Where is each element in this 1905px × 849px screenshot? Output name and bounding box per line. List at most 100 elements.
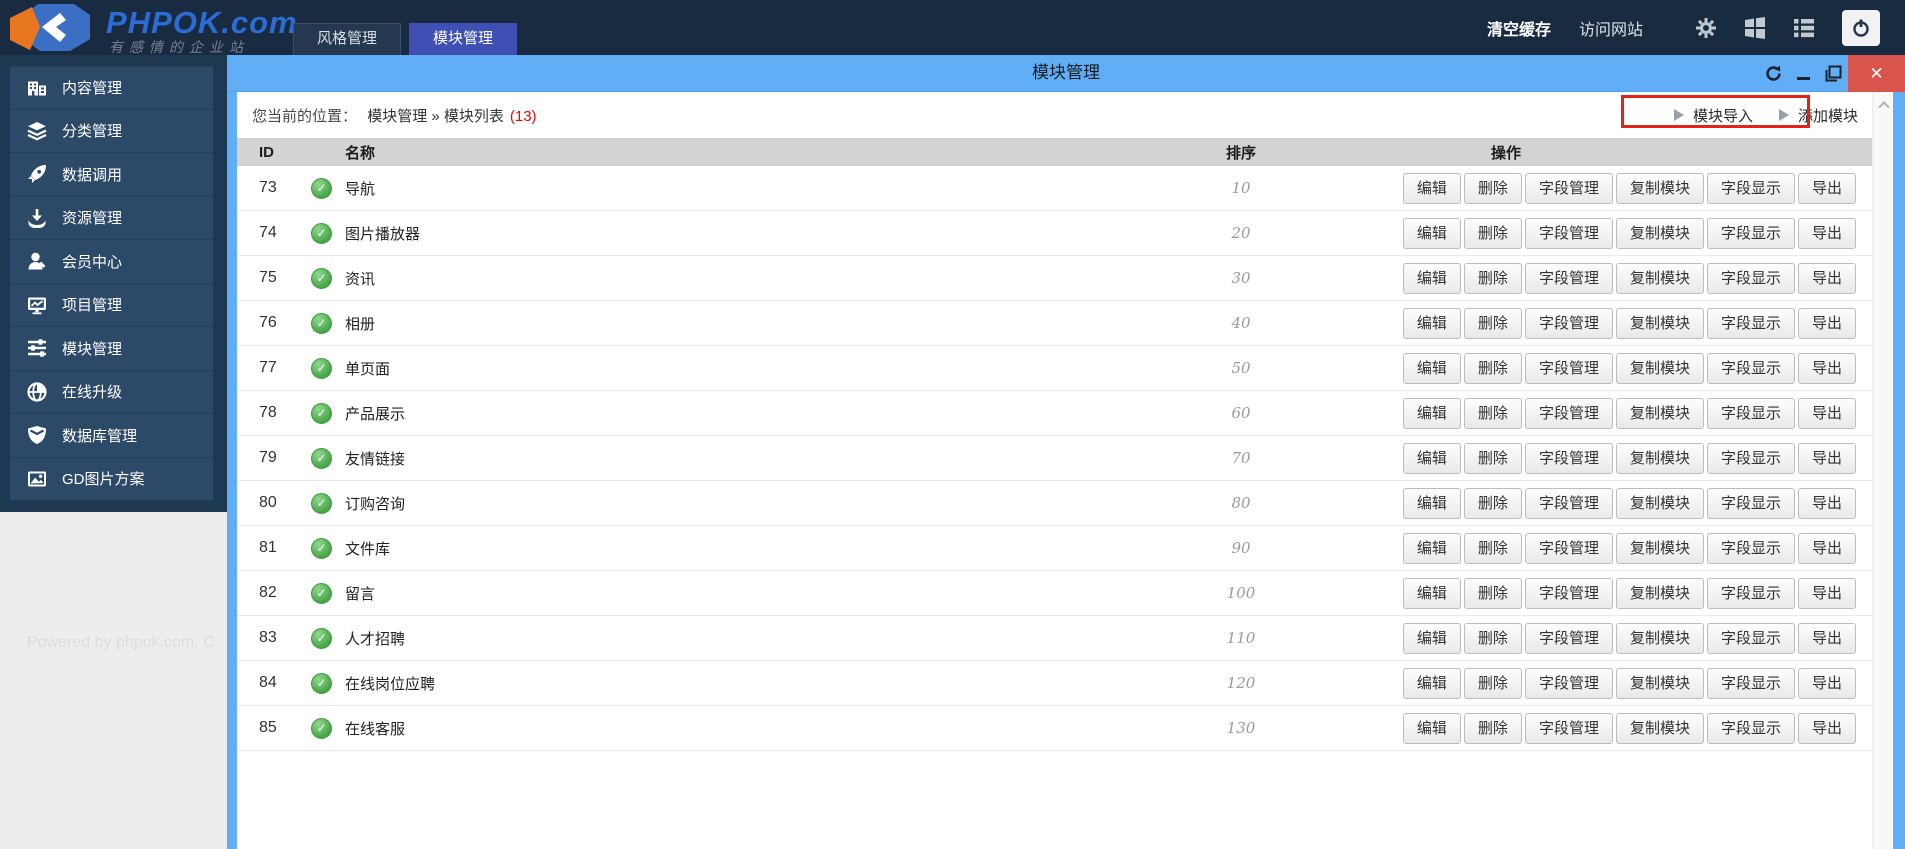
field-display-button[interactable]: 字段显示 (1706, 307, 1795, 339)
copy-module-button[interactable]: 复制模块 (1615, 532, 1704, 564)
field-display-button[interactable]: 字段显示 (1706, 532, 1795, 564)
module-import-button[interactable]: 模块导入 (1673, 105, 1753, 126)
export-button[interactable]: 导出 (1797, 397, 1856, 429)
delete-button[interactable]: 删除 (1463, 532, 1522, 564)
field-display-button[interactable]: 字段显示 (1706, 577, 1795, 609)
copy-module-button[interactable]: 复制模块 (1615, 172, 1704, 204)
edit-button[interactable]: 编辑 (1402, 397, 1461, 429)
copy-module-button[interactable]: 复制模块 (1615, 712, 1704, 744)
sidebar-item-module-manage[interactable]: 模块管理 (10, 327, 213, 371)
delete-button[interactable]: 删除 (1463, 442, 1522, 474)
export-button[interactable]: 导出 (1797, 307, 1856, 339)
edit-button[interactable]: 编辑 (1402, 172, 1461, 204)
field-manage-button[interactable]: 字段管理 (1524, 262, 1613, 294)
export-button[interactable]: 导出 (1797, 442, 1856, 474)
sidebar-item-online-upgrade[interactable]: 在线升级 (10, 370, 213, 414)
field-manage-button[interactable]: 字段管理 (1524, 667, 1613, 699)
edit-button[interactable]: 编辑 (1402, 667, 1461, 699)
field-manage-button[interactable]: 字段管理 (1524, 712, 1613, 744)
field-display-button[interactable]: 字段显示 (1706, 397, 1795, 429)
sidebar-item-resource-manage[interactable]: 资源管理 (10, 196, 213, 240)
field-display-button[interactable]: 字段显示 (1706, 487, 1795, 519)
field-display-button[interactable]: 字段显示 (1706, 262, 1795, 294)
delete-button[interactable]: 删除 (1463, 667, 1522, 699)
list-menu-icon[interactable] (1793, 17, 1815, 39)
delete-button[interactable]: 删除 (1463, 397, 1522, 429)
field-display-button[interactable]: 字段显示 (1706, 622, 1795, 654)
visit-site-link[interactable]: 访问网站 (1579, 16, 1643, 40)
edit-button[interactable]: 编辑 (1402, 307, 1461, 339)
export-button[interactable]: 导出 (1797, 532, 1856, 564)
export-button[interactable]: 导出 (1797, 667, 1856, 699)
delete-button[interactable]: 删除 (1463, 262, 1522, 294)
tab-module-manage[interactable]: 模块管理 (409, 23, 518, 55)
field-display-button[interactable]: 字段显示 (1706, 712, 1795, 744)
field-manage-button[interactable]: 字段管理 (1524, 622, 1613, 654)
field-manage-button[interactable]: 字段管理 (1524, 307, 1613, 339)
delete-button[interactable]: 删除 (1463, 352, 1522, 384)
field-display-button[interactable]: 字段显示 (1706, 352, 1795, 384)
delete-button[interactable]: 删除 (1463, 307, 1522, 339)
export-button[interactable]: 导出 (1797, 622, 1856, 654)
sidebar-item-data-call[interactable]: 数据调用 (10, 153, 213, 197)
delete-button[interactable]: 删除 (1463, 622, 1522, 654)
sidebar-item-category-manage[interactable]: 分类管理 (10, 109, 213, 153)
copy-module-button[interactable]: 复制模块 (1615, 352, 1704, 384)
copy-module-button[interactable]: 复制模块 (1615, 397, 1704, 429)
copy-module-button[interactable]: 复制模块 (1615, 307, 1704, 339)
delete-button[interactable]: 删除 (1463, 487, 1522, 519)
edit-button[interactable]: 编辑 (1402, 217, 1461, 249)
delete-button[interactable]: 删除 (1463, 712, 1522, 744)
delete-button[interactable]: 删除 (1463, 577, 1522, 609)
clear-cache-link[interactable]: 清空缓存 (1487, 16, 1551, 40)
sidebar-item-database-manage[interactable]: 数据库管理 (10, 414, 213, 458)
edit-button[interactable]: 编辑 (1402, 262, 1461, 294)
copy-module-button[interactable]: 复制模块 (1615, 262, 1704, 294)
field-display-button[interactable]: 字段显示 (1706, 217, 1795, 249)
export-button[interactable]: 导出 (1797, 487, 1856, 519)
add-module-button[interactable]: 添加模块 (1778, 105, 1858, 126)
copy-module-button[interactable]: 复制模块 (1615, 217, 1704, 249)
field-display-button[interactable]: 字段显示 (1706, 667, 1795, 699)
edit-button[interactable]: 编辑 (1402, 352, 1461, 384)
edit-button[interactable]: 编辑 (1402, 577, 1461, 609)
field-manage-button[interactable]: 字段管理 (1524, 532, 1613, 564)
copy-module-button[interactable]: 复制模块 (1615, 442, 1704, 474)
close-icon[interactable]: ✕ (1848, 55, 1905, 92)
delete-button[interactable]: 删除 (1463, 217, 1522, 249)
field-manage-button[interactable]: 字段管理 (1524, 397, 1613, 429)
copy-module-button[interactable]: 复制模块 (1615, 577, 1704, 609)
logout-power-button[interactable] (1842, 9, 1880, 46)
sidebar-item-member-center[interactable]: 会员中心 (10, 240, 213, 284)
minimize-icon[interactable] (1788, 55, 1818, 92)
copy-module-button[interactable]: 复制模块 (1615, 667, 1704, 699)
field-manage-button[interactable]: 字段管理 (1524, 577, 1613, 609)
export-button[interactable]: 导出 (1797, 577, 1856, 609)
sidebar-item-gd-image[interactable]: GD图片方案 (10, 457, 213, 501)
edit-button[interactable]: 编辑 (1402, 712, 1461, 744)
export-button[interactable]: 导出 (1797, 262, 1856, 294)
field-manage-button[interactable]: 字段管理 (1524, 487, 1613, 519)
edit-button[interactable]: 编辑 (1402, 622, 1461, 654)
edit-button[interactable]: 编辑 (1402, 442, 1461, 474)
field-display-button[interactable]: 字段显示 (1706, 442, 1795, 474)
maximize-icon[interactable] (1818, 55, 1848, 92)
field-manage-button[interactable]: 字段管理 (1524, 217, 1613, 249)
sidebar-item-content-manage[interactable]: 内容管理 (10, 66, 213, 110)
export-button[interactable]: 导出 (1797, 352, 1856, 384)
field-manage-button[interactable]: 字段管理 (1524, 172, 1613, 204)
app-grid-icon[interactable] (1744, 16, 1766, 39)
edit-button[interactable]: 编辑 (1402, 532, 1461, 564)
delete-button[interactable]: 删除 (1463, 172, 1522, 204)
gear-icon[interactable] (1695, 17, 1717, 39)
field-manage-button[interactable]: 字段管理 (1524, 442, 1613, 474)
refresh-icon[interactable] (1758, 55, 1788, 92)
export-button[interactable]: 导出 (1797, 217, 1856, 249)
export-button[interactable]: 导出 (1797, 172, 1856, 204)
copy-module-button[interactable]: 复制模块 (1615, 622, 1704, 654)
field-manage-button[interactable]: 字段管理 (1524, 352, 1613, 384)
scroll-up-button[interactable] (1873, 92, 1894, 116)
tab-style-manage[interactable]: 风格管理 (293, 23, 402, 55)
content-scrollbar[interactable] (1872, 92, 1893, 849)
sidebar-item-project-manage[interactable]: 项目管理 (10, 283, 213, 327)
